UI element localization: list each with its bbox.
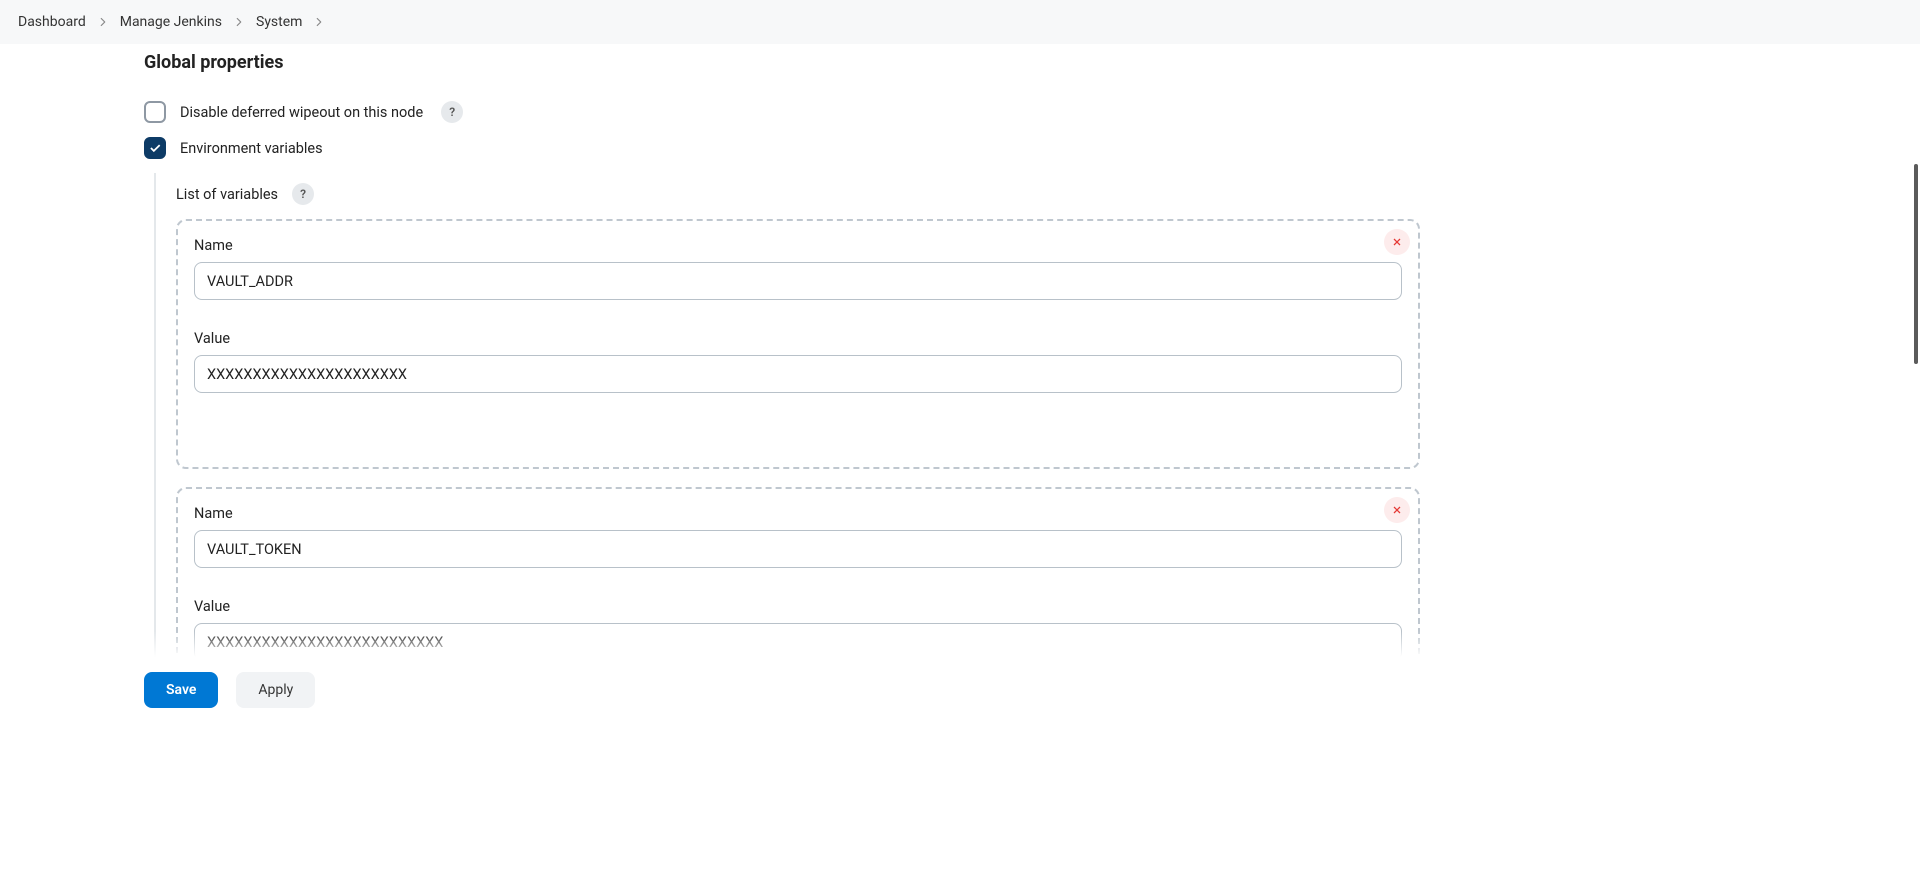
chevron-right-icon	[88, 15, 118, 29]
env-var-name-input[interactable]	[194, 262, 1402, 300]
scrollbar-thumb[interactable]	[1914, 164, 1918, 364]
breadcrumb-item-dashboard[interactable]: Dashboard	[16, 10, 88, 34]
list-of-variables-label: List of variables	[176, 186, 278, 203]
field-label-name: Name	[194, 237, 1402, 262]
breadcrumb-item-manage-jenkins[interactable]: Manage Jenkins	[118, 10, 224, 34]
field-label-value: Value	[194, 330, 1402, 355]
env-var-value-input[interactable]	[194, 355, 1402, 393]
environment-variables-block: List of variables ? Name Value	[154, 173, 1420, 657]
env-var-card: Name Value	[176, 487, 1420, 657]
checkbox-disable-deferred-wipeout[interactable]	[144, 101, 166, 123]
property-row-disable-deferred-wipeout: Disable deferred wipeout on this node ?	[144, 101, 1420, 137]
checkbox-label: Environment variables	[180, 140, 323, 157]
footer-action-bar: Save Apply	[0, 657, 1920, 723]
section-title-global-properties: Global properties	[144, 44, 1420, 101]
help-icon[interactable]: ?	[292, 183, 314, 205]
delete-var-button[interactable]	[1384, 229, 1410, 255]
env-var-name-input[interactable]	[194, 530, 1402, 568]
apply-button[interactable]: Apply	[236, 672, 315, 708]
chevron-right-icon	[224, 15, 254, 29]
chevron-right-icon	[304, 15, 334, 29]
env-var-value-input[interactable]	[194, 623, 1402, 657]
save-button[interactable]: Save	[144, 672, 218, 708]
field-label-value: Value	[194, 598, 1402, 623]
checkbox-environment-variables[interactable]	[144, 137, 166, 159]
scrollbar-track[interactable]	[1912, 44, 1920, 873]
breadcrumb: Dashboard Manage Jenkins System	[0, 0, 1920, 44]
field-label-name: Name	[194, 505, 1402, 530]
content-area: Global properties Disable deferred wipeo…	[0, 44, 1912, 657]
help-icon[interactable]: ?	[441, 101, 463, 123]
env-var-card: Name Value	[176, 219, 1420, 469]
delete-var-button[interactable]	[1384, 497, 1410, 523]
checkbox-label: Disable deferred wipeout on this node	[180, 104, 423, 121]
property-row-environment-variables: Environment variables	[144, 137, 1420, 173]
breadcrumb-item-system[interactable]: System	[254, 10, 304, 34]
